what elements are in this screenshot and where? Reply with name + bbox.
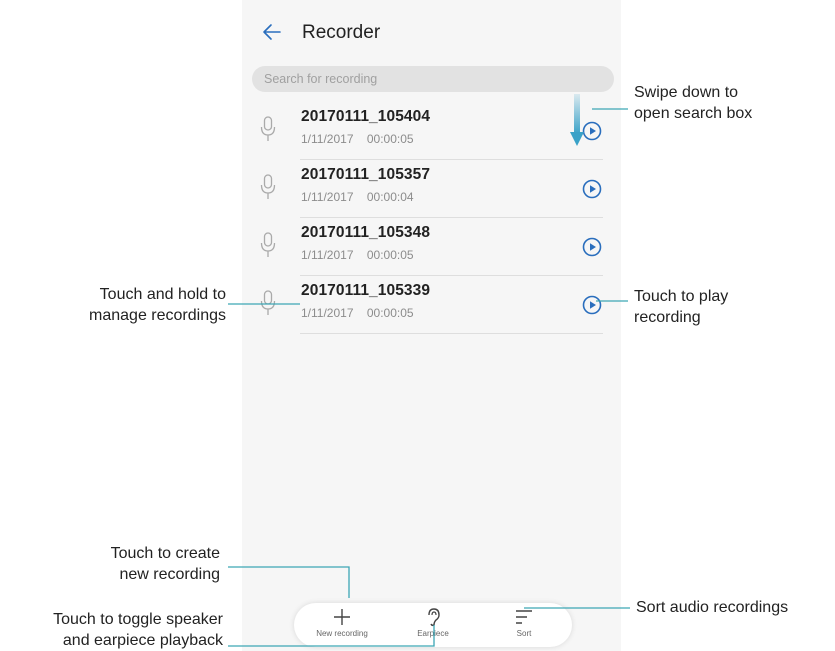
callout-play: Touch to play recording (634, 288, 729, 326)
callout-manage: Touch and hold to manage recordings (89, 286, 226, 324)
callout-toggle: Touch to toggle speaker and earpiece pla… (53, 611, 223, 649)
callout-create: Touch to create new recording (110, 545, 220, 583)
callout-sort: Sort audio recordings (636, 599, 789, 616)
callout-swipe: Swipe down to open search box (634, 84, 753, 122)
